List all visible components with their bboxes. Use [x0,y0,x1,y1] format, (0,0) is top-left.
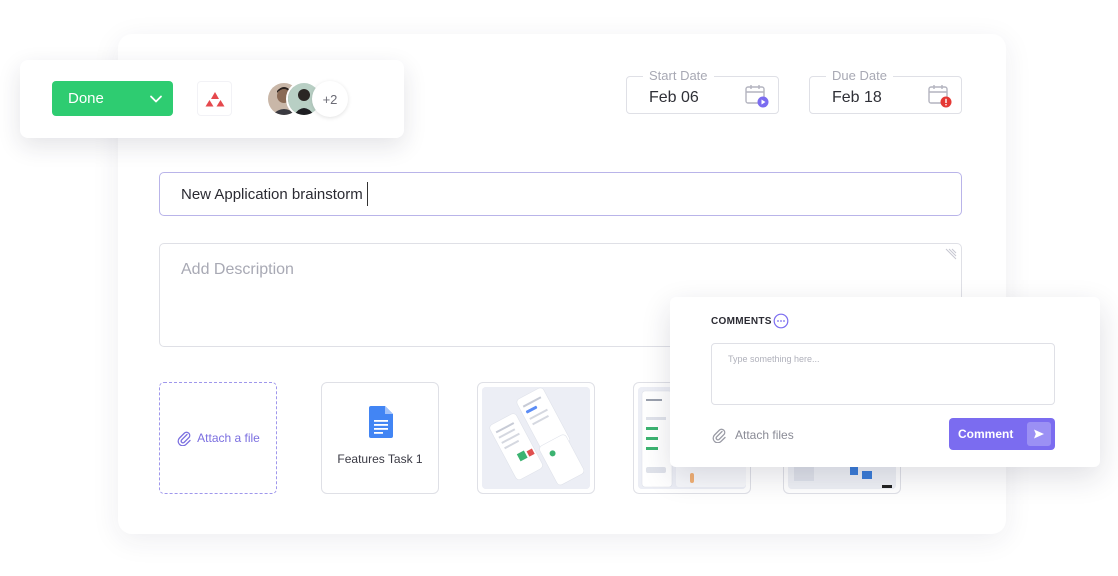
start-date-value: Feb 06 [649,89,699,106]
comments-heading: COMMENTS [711,316,772,327]
paperclip-icon [177,431,191,446]
comments-panel: COMMENTS Type something here... Attach f… [670,297,1100,467]
task-toolbar: Done +2 [20,60,404,138]
priority-icon [205,91,224,106]
attachment-file-name: Features Task 1 [337,452,423,466]
resize-handle-icon[interactable] [944,247,958,261]
paperclip-icon [712,428,726,443]
due-date-field[interactable]: Due Date Feb 18 [809,68,962,114]
send-icon [1027,422,1051,446]
status-dropdown[interactable]: Done [52,81,173,116]
due-date-value: Feb 18 [832,89,882,106]
more-assignees-badge[interactable]: +2 [312,81,348,117]
google-doc-icon [369,406,393,438]
calendar-alert-icon [928,85,952,108]
comment-submit-button[interactable]: Comment [949,418,1055,450]
start-date-label: Start Date [643,68,714,83]
start-date-field[interactable]: Start Date Feb 06 [626,68,779,114]
comment-submit-label: Comment [958,427,1014,441]
status-label: Done [68,90,104,107]
chevron-down-icon [150,95,162,102]
chat-bubble-icon [773,313,789,329]
text-cursor [366,182,368,206]
calendar-play-icon [745,85,769,108]
attach-file-button[interactable]: Attach a file [159,382,277,494]
description-placeholder: Add Description [181,261,294,278]
task-title-input[interactable]: New Application brainstorm [159,172,962,216]
due-date-label: Due Date [826,68,893,83]
attach-files-button[interactable]: Attach files [711,427,794,443]
comment-placeholder: Type something here... [728,354,820,364]
priority-button[interactable] [197,81,232,116]
attachment-file-card[interactable]: Features Task 1 [321,382,439,494]
attach-files-label: Attach files [735,428,794,442]
attach-file-label: Attach a file [197,431,260,445]
comment-input[interactable]: Type something here... [711,343,1055,405]
task-title-text: New Application brainstorm [181,185,363,203]
attachment-image-thumbnail[interactable] [477,382,595,494]
app-screens-preview [482,387,590,489]
